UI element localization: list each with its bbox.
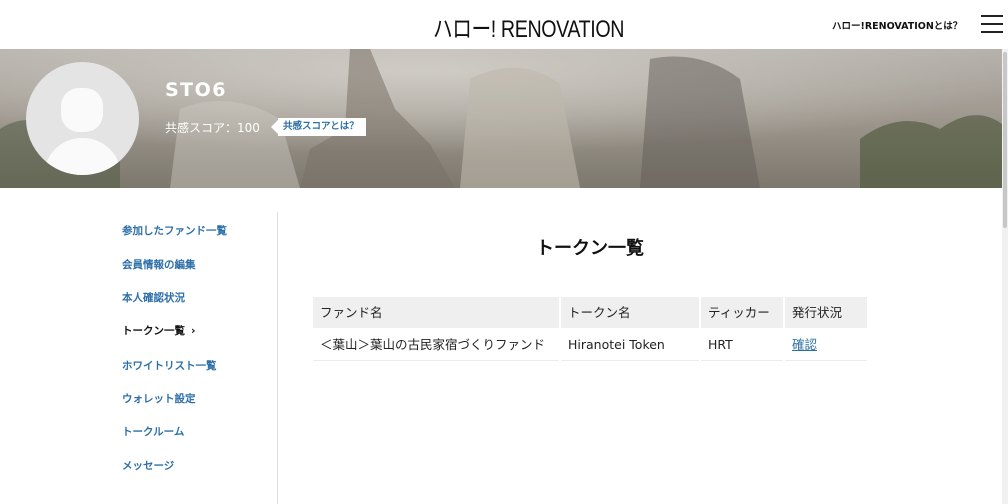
sidebar-item-wallet[interactable]: ウォレット設定 — [122, 391, 196, 406]
about-link[interactable]: ハロー!RENOVATIONとは？ — [832, 18, 962, 32]
sidebar-item-messages[interactable]: メッセージ — [122, 458, 174, 473]
sidebar-item-whitelist[interactable]: ホワイトリスト一覧 — [122, 358, 217, 373]
table-cell-token: Hiranotei Token — [561, 328, 699, 361]
avatar-head-icon — [61, 88, 103, 132]
sidebar-item-label: トークン一覧 — [122, 325, 185, 337]
page-title: トークン一覧 — [536, 238, 644, 259]
score-help-button[interactable]: 共感スコアとは？ — [271, 118, 366, 136]
avatar-body-icon — [44, 138, 121, 175]
site-logo[interactable]: ハロー! RENOVATION — [433, 9, 624, 44]
confirm-link[interactable]: 確認 — [792, 337, 817, 352]
hamburger-icon[interactable] — [981, 13, 1003, 35]
username: STO6 — [165, 79, 228, 101]
column-header-status: 発行状況 — [785, 297, 867, 328]
banner-photo — [0, 49, 1002, 188]
sidebar-item-tokens[interactable]: トークン一覧 › — [122, 323, 196, 338]
profile-banner: STO6 共感スコア：100 共感スコアとは？ — [0, 49, 1002, 188]
top-header: ハロー! RENOVATION ハロー!RENOVATIONとは？ — [0, 0, 1008, 49]
avatar — [26, 62, 139, 175]
sidebar-item-edit-profile[interactable]: 会員情報の編集 — [122, 257, 196, 272]
table-cell-ticker: HRT — [701, 328, 783, 361]
sidebar-item-talkroom[interactable]: トークルーム — [122, 424, 184, 439]
chevron-right-icon: › — [191, 324, 196, 337]
column-header-fund: ファンド名 — [313, 297, 559, 328]
column-header-ticker: ティッカー — [701, 297, 783, 328]
scrollbar-thumb[interactable] — [1003, 52, 1007, 228]
sidebar-divider — [277, 212, 278, 504]
table-cell-fund: ＜葉山＞葉山の古民家宿づくりファンド — [313, 328, 559, 361]
sidebar-item-joined-funds[interactable]: 参加したファンド一覧 — [122, 223, 227, 238]
sidebar-item-identity[interactable]: 本人確認状況 — [122, 290, 185, 305]
table-cell-status: 確認 — [785, 328, 867, 361]
empathy-score: 共感スコア：100 — [165, 121, 260, 135]
column-header-token: トークン名 — [561, 297, 699, 328]
